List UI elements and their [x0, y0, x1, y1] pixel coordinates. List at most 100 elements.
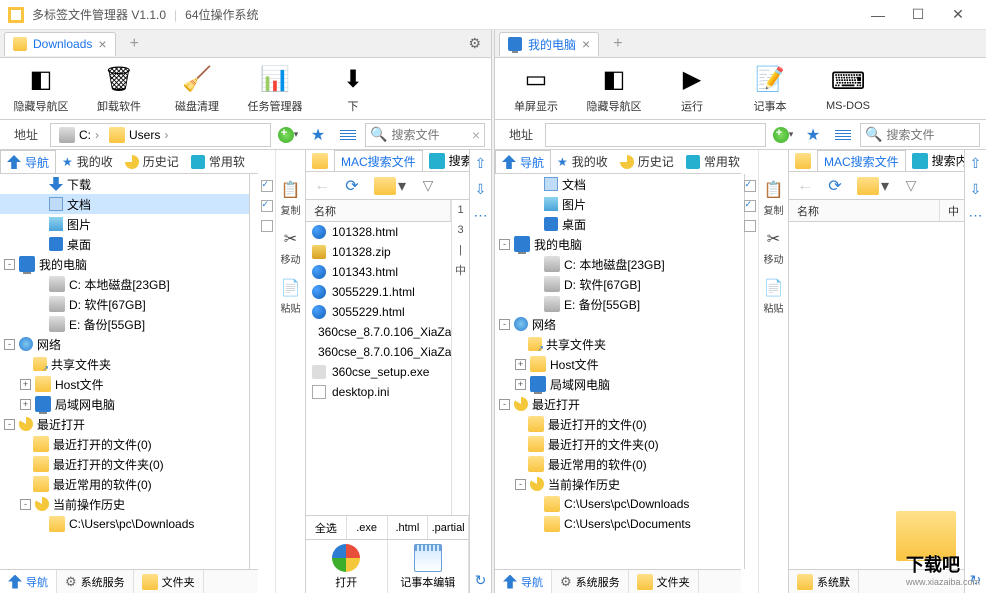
- view-lines-button[interactable]: [335, 123, 361, 147]
- alpha-item[interactable]: 1: [452, 200, 469, 220]
- expand-icon[interactable]: -: [499, 319, 510, 330]
- expand-icon[interactable]: -: [4, 259, 15, 270]
- filter-html[interactable]: .html: [388, 516, 429, 539]
- alpha-item[interactable]: 3: [452, 220, 469, 240]
- toolbar-msdos[interactable]: ⌨MS-DOS: [815, 60, 881, 117]
- tree-node[interactable]: D: 软件[67GB]: [495, 274, 744, 294]
- check-icon[interactable]: [261, 200, 273, 212]
- action-open[interactable]: 打开: [306, 540, 388, 593]
- toolbar-single-screen[interactable]: ▭单屏显示: [503, 60, 569, 117]
- side-move[interactable]: ✂移动: [761, 229, 787, 266]
- column-name[interactable]: 名称: [306, 200, 451, 221]
- view-lines-button[interactable]: [830, 123, 856, 147]
- file-row[interactable]: 101328.zip: [306, 242, 451, 262]
- filter-button[interactable]: ▽: [416, 175, 440, 197]
- file-tab-mac-search[interactable]: MAC搜索文件: [334, 150, 423, 171]
- nav-tree[interactable]: 文档图片桌面-我的电脑C: 本地磁盘[23GB]D: 软件[67GB]E: 备份…: [495, 174, 745, 569]
- tree-node[interactable]: C: 本地磁盘[23GB]: [495, 254, 744, 274]
- close-button[interactable]: ✕: [938, 0, 978, 30]
- side-copy[interactable]: 📋复制: [278, 180, 304, 217]
- tree-node[interactable]: +局域网电脑: [495, 374, 744, 394]
- action-notepad[interactable]: 记事本编辑: [388, 540, 470, 593]
- tree-node[interactable]: 最近打开的文件(0): [0, 434, 249, 454]
- expand-icon[interactable]: -: [515, 479, 526, 490]
- file-row[interactable]: 3055229.html: [306, 302, 451, 322]
- expand-icon[interactable]: +: [515, 379, 526, 390]
- tree-node[interactable]: 文档: [0, 194, 249, 214]
- v-action-down[interactable]: ⇩: [965, 176, 986, 202]
- file-list[interactable]: 101328.html101328.zip101343.html3055229.…: [306, 222, 451, 515]
- nav-tree[interactable]: 下载文档图片桌面-我的电脑C: 本地磁盘[23GB]D: 软件[67GB]E: …: [0, 174, 250, 569]
- file-row[interactable]: 360cse_8.7.0.106_XiaZai: [306, 322, 451, 342]
- favorite-button[interactable]: ★: [305, 123, 331, 147]
- side-move[interactable]: ✂移动: [278, 229, 304, 266]
- expand-icon[interactable]: -: [4, 419, 15, 430]
- inner-tab-nav[interactable]: 导航: [495, 150, 551, 173]
- alpha-item[interactable]: 中: [452, 260, 469, 280]
- toolbar-hide-nav[interactable]: ◧隐藏导航区: [581, 60, 647, 117]
- toolbar-uninstall[interactable]: 🗑卸载软件: [86, 60, 152, 117]
- tab-add-button[interactable]: +: [607, 35, 628, 53]
- bottom-tab-services[interactable]: ⚙系统服务: [57, 570, 134, 593]
- expand-icon[interactable]: +: [20, 379, 31, 390]
- tree-node[interactable]: +Host文件: [495, 354, 744, 374]
- toolbar-download[interactable]: ⬇下: [320, 60, 386, 117]
- tree-node[interactable]: 桌面: [495, 214, 744, 234]
- tree-node[interactable]: 最近打开的文件(0): [495, 414, 744, 434]
- search-input[interactable]: [886, 128, 975, 142]
- toolbar-disk-clean[interactable]: 🧹磁盘清理: [164, 60, 230, 117]
- check-icon[interactable]: [261, 180, 273, 192]
- tree-node[interactable]: E: 备份[55GB]: [0, 314, 249, 334]
- new-button[interactable]: ▾: [275, 123, 301, 147]
- file-row[interactable]: 360cse_setup.exe: [306, 362, 451, 382]
- search-box[interactable]: 🔍 ×: [365, 123, 485, 147]
- inner-tab-history[interactable]: 历史记: [119, 150, 185, 173]
- v-action-up[interactable]: ⇧: [470, 150, 491, 176]
- file-row[interactable]: 101328.html: [306, 222, 451, 242]
- check-icon[interactable]: [744, 220, 756, 232]
- tab-close-icon[interactable]: ×: [98, 36, 106, 52]
- tab-settings-icon[interactable]: ⚙: [468, 35, 481, 52]
- filter-partial[interactable]: .partial: [428, 516, 469, 539]
- tree-node[interactable]: E: 备份[55GB]: [495, 294, 744, 314]
- inner-tab-common[interactable]: 常用软: [680, 150, 741, 173]
- column-name[interactable]: 名称: [789, 200, 940, 221]
- tree-node[interactable]: -当前操作历史: [0, 494, 249, 514]
- alpha-item[interactable]: |: [452, 240, 469, 260]
- tree-node[interactable]: 下载: [0, 174, 249, 194]
- tree-node[interactable]: -最近打开: [0, 414, 249, 434]
- search-input[interactable]: [391, 128, 471, 142]
- tab-add-button[interactable]: +: [124, 35, 145, 53]
- refresh-button[interactable]: ⟳: [340, 175, 364, 197]
- refresh-button[interactable]: ⟳: [823, 175, 847, 197]
- toolbar-notepad[interactable]: 📝记事本: [737, 60, 803, 117]
- tree-node[interactable]: 共享文件夹: [495, 334, 744, 354]
- tree-node[interactable]: +局域网电脑: [0, 394, 249, 414]
- v-action-more[interactable]: ⋯: [965, 202, 986, 228]
- inner-tab-favorites[interactable]: ★我的收: [551, 150, 614, 173]
- v-action-more[interactable]: ⋯: [470, 202, 491, 228]
- new-button[interactable]: ▾: [770, 123, 796, 147]
- check-icon[interactable]: [744, 180, 756, 192]
- toolbar-run[interactable]: ▶运行: [659, 60, 725, 117]
- file-row[interactable]: desktop.ini: [306, 382, 451, 402]
- inner-tab-nav[interactable]: 导航: [0, 150, 56, 173]
- side-paste[interactable]: 📄粘贴: [278, 278, 304, 315]
- tab-close-icon[interactable]: ×: [582, 36, 590, 52]
- file-tab-mac-search[interactable]: MAC搜索文件: [817, 150, 906, 171]
- tree-node[interactable]: 图片: [0, 214, 249, 234]
- tree-node[interactable]: 最近常用的软件(0): [0, 474, 249, 494]
- tree-node[interactable]: D: 软件[67GB]: [0, 294, 249, 314]
- file-tab-folder[interactable]: [789, 150, 817, 171]
- favorite-button[interactable]: ★: [800, 123, 826, 147]
- minimize-button[interactable]: —: [858, 0, 898, 30]
- expand-icon[interactable]: +: [20, 399, 31, 410]
- path-dropdown[interactable]: ▾: [370, 175, 410, 197]
- tree-node[interactable]: -我的电脑: [0, 254, 249, 274]
- v-action-down[interactable]: ⇩: [470, 176, 491, 202]
- tree-node[interactable]: C:\Users\pc\Downloads: [495, 494, 744, 514]
- inner-tab-common[interactable]: 常用软: [185, 150, 251, 173]
- tree-node[interactable]: C:\Users\pc\Downloads: [0, 514, 249, 534]
- breadcrumb[interactable]: [545, 123, 766, 147]
- v-action-refresh[interactable]: ↻: [470, 567, 491, 593]
